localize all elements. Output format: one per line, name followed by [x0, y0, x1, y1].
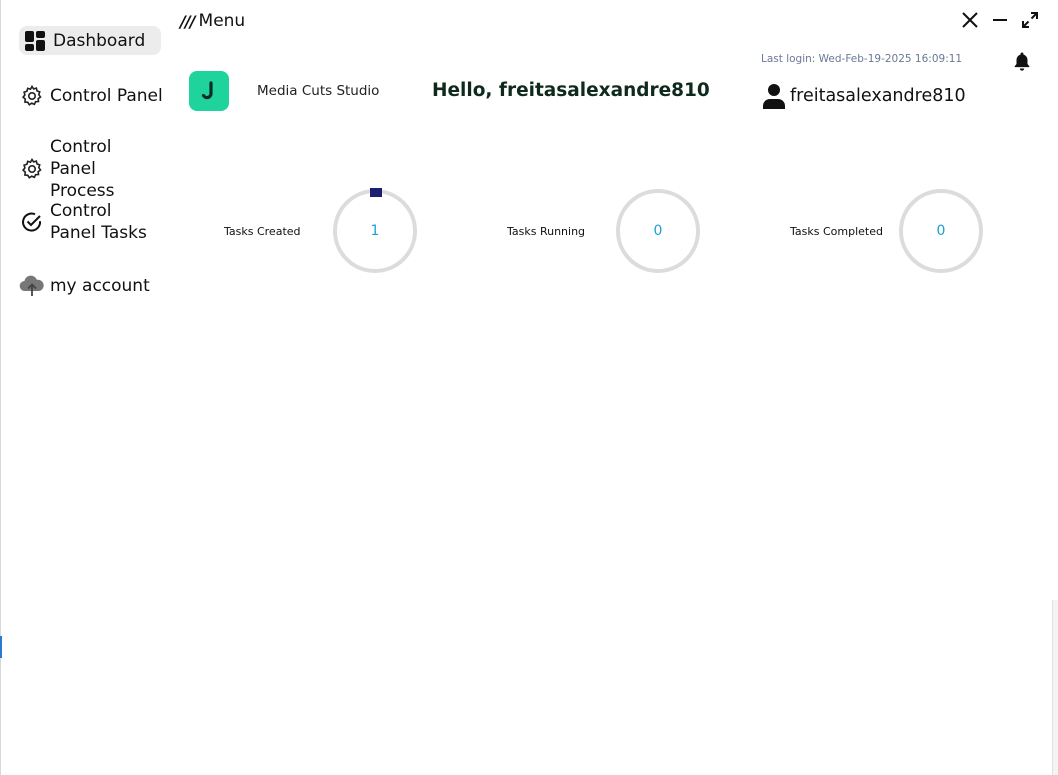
- stat-label: Tasks Completed: [790, 225, 883, 238]
- sidebar-item-control-panel-process[interactable]: Control Panel Process: [19, 136, 169, 202]
- stat-value: 0: [653, 223, 663, 239]
- stat-label: Tasks Running: [507, 225, 586, 238]
- gear-icon: [19, 156, 45, 182]
- app-window: Dashboard Control Panel Control Panel Pr…: [0, 0, 1058, 775]
- greeting-text: Hello, freitasalexandre810: [432, 80, 710, 101]
- sidebar-item-label: Control Panel Tasks: [50, 201, 147, 243]
- user-profile[interactable]: freitasalexandre810: [762, 83, 966, 109]
- studio-name: Media Cuts Studio: [257, 83, 380, 99]
- bell-icon[interactable]: [1011, 50, 1033, 72]
- last-login-text: Last login: Wed-Feb-19-2025 16:09:11: [761, 53, 963, 65]
- menu-icon: ///: [180, 11, 196, 31]
- check-circle-icon: [19, 209, 45, 235]
- sidebar-item-label: Dashboard: [53, 30, 146, 51]
- sidebar-item-dashboard[interactable]: Dashboard: [19, 26, 161, 55]
- sidebar-item-control-panel[interactable]: Control Panel: [19, 83, 163, 109]
- user-icon: [762, 83, 786, 109]
- gear-icon: [19, 83, 45, 109]
- username: freitasalexandre810: [790, 86, 966, 106]
- sidebar-item-label: my account: [50, 276, 150, 296]
- sidebar-item-my-account[interactable]: my account: [19, 273, 150, 299]
- stat-value: 1: [370, 223, 380, 239]
- stat-label: Tasks Created: [224, 225, 301, 238]
- sidebar: Dashboard Control Panel Control Panel Pr…: [0, 0, 172, 775]
- sidebar-item-label: Control Panel: [50, 86, 163, 106]
- menu-label: Menu: [198, 11, 246, 31]
- sidebar-item-label: Control Panel Process: [50, 137, 115, 201]
- scrollbar-track[interactable]: [1052, 600, 1058, 775]
- minimize-icon[interactable]: [990, 10, 1010, 30]
- studio-logo: [189, 71, 229, 111]
- sidebar-item-control-panel-tasks[interactable]: Control Panel Tasks: [19, 200, 169, 244]
- cloud-upload-icon: [19, 273, 45, 299]
- expand-icon[interactable]: [1020, 10, 1040, 30]
- dashboard-icon: [22, 28, 48, 54]
- menu-toggle[interactable]: /// Menu: [180, 9, 245, 33]
- close-icon[interactable]: [960, 10, 980, 30]
- progress-marker: [370, 188, 382, 197]
- stat-value: 0: [936, 223, 946, 239]
- window-controls: [960, 10, 1040, 30]
